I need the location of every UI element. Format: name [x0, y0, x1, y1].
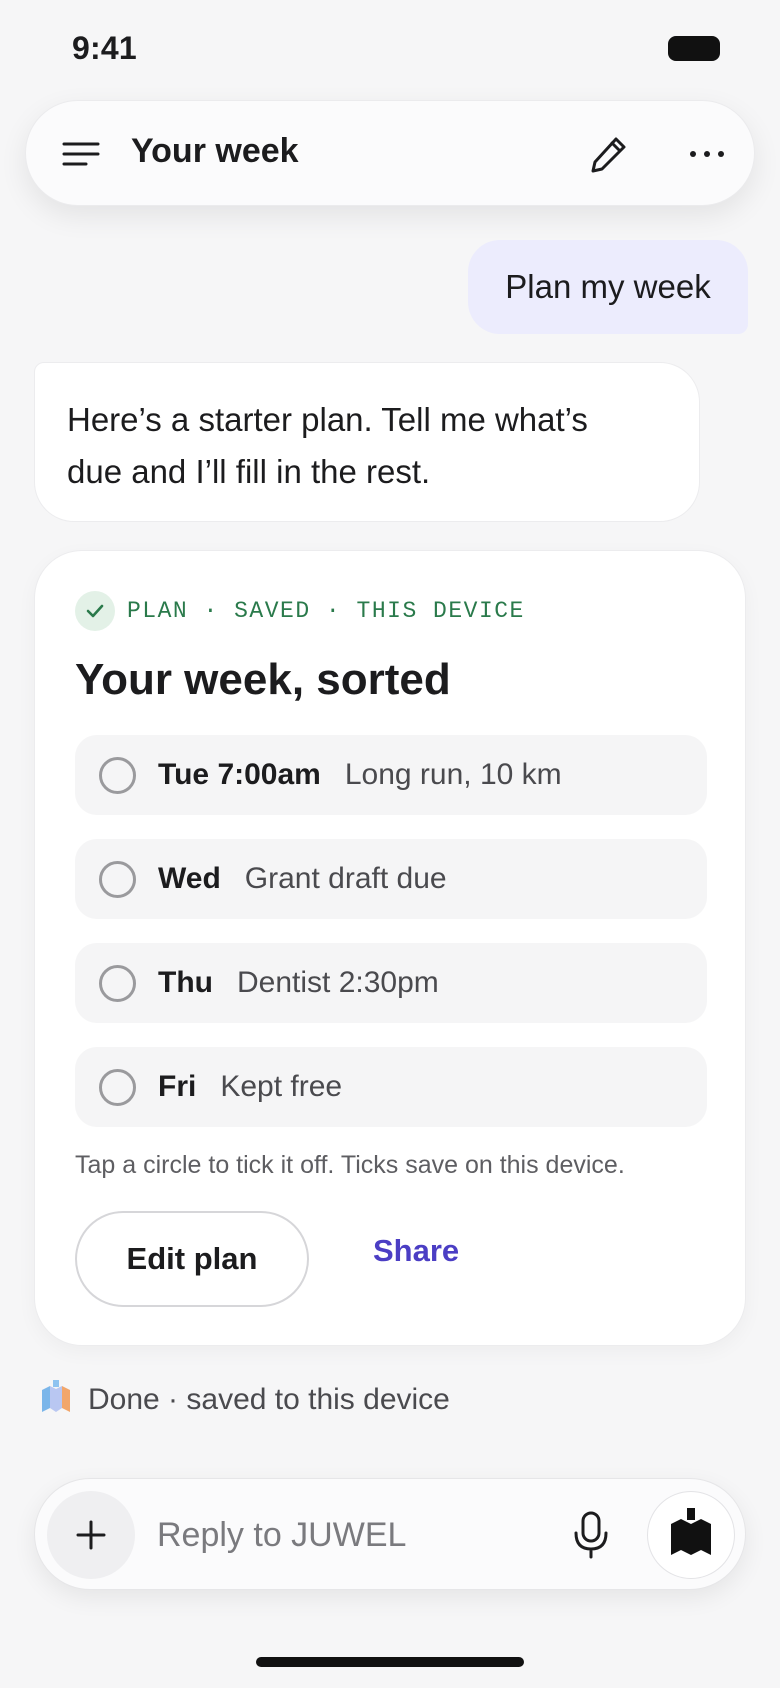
share-button[interactable]: Share: [373, 1233, 459, 1269]
status-time: 9:41: [72, 30, 137, 66]
assistant-message-line: due and I’ll fill in the rest.: [67, 453, 431, 490]
battery-icon: [668, 36, 720, 61]
checkbox-circle-icon[interactable]: [99, 756, 136, 794]
user-message: Plan my week: [468, 240, 748, 334]
task-day: Tue 7:00am: [158, 758, 321, 791]
home-indicator: [256, 1657, 524, 1667]
more-icon[interactable]: [684, 131, 730, 177]
juwel-logo-icon: [38, 1378, 74, 1423]
composer: [34, 1478, 746, 1590]
phone-screen: 9:41 Your week Plan my week Here’s a sta…: [0, 0, 780, 1688]
juwel-send-icon: [667, 1506, 715, 1565]
task-description: Dentist 2:30pm: [236, 966, 439, 999]
edit-plan-button[interactable]: Edit plan: [75, 1211, 309, 1307]
task-row[interactable]: Thu Dentist 2:30pm: [75, 943, 707, 1023]
done-status-label: Done · saved to this device: [88, 1383, 450, 1416]
done-status: Done · saved to this device: [38, 1378, 450, 1422]
task-day: Fri: [158, 1070, 197, 1103]
send-button[interactable]: [647, 1491, 735, 1579]
plan-hint: Tap a circle to tick it off. Ticks save …: [75, 1151, 625, 1179]
checkbox-circle-icon[interactable]: [99, 964, 136, 1002]
task-row[interactable]: Wed Grant draft due: [75, 839, 707, 919]
plan-status: PLAN · SAVED · THIS DEVICE: [75, 591, 525, 631]
top-bar: Your week: [25, 100, 755, 206]
checkbox-circle-icon[interactable]: [99, 860, 136, 898]
check-icon: [75, 591, 115, 631]
pencil-icon[interactable]: [586, 131, 632, 177]
plan-title: Your week, sorted: [75, 655, 451, 704]
task-description: Kept free: [220, 1070, 343, 1103]
assistant-message-line: Here’s a starter plan. Tell me what’s: [67, 401, 588, 438]
task-row[interactable]: Fri Kept free: [75, 1047, 707, 1127]
reply-input[interactable]: [157, 1509, 517, 1561]
menu-icon[interactable]: [60, 134, 104, 174]
microphone-icon[interactable]: [571, 1509, 611, 1561]
plus-icon[interactable]: [47, 1491, 135, 1579]
task-description: Long run, 10 km: [344, 758, 562, 791]
page-title: Your week: [131, 132, 299, 170]
task-row[interactable]: Tue 7:00am Long run, 10 km: [75, 735, 707, 815]
checkbox-circle-icon[interactable]: [99, 1068, 136, 1106]
task-day: Wed: [158, 862, 221, 895]
plan-card: PLAN · SAVED · THIS DEVICE Your week, so…: [34, 550, 746, 1346]
assistant-message: Here’s a starter plan. Tell me what’s du…: [34, 362, 700, 522]
plan-status-label: PLAN · SAVED · THIS DEVICE: [127, 598, 525, 624]
task-description: Grant draft due: [244, 862, 447, 895]
task-day: Thu: [158, 966, 213, 999]
